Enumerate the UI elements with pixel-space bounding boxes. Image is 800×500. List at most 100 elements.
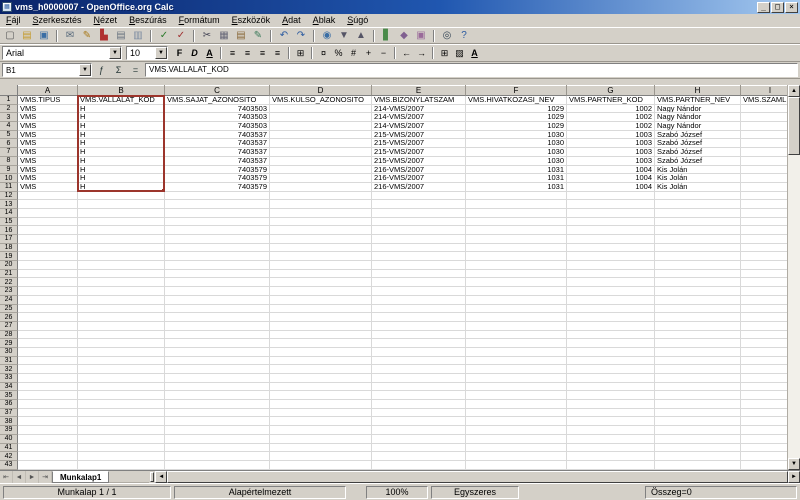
row-header-3[interactable]: 3	[0, 113, 18, 122]
cell-C1[interactable]: VMS.SAJAT_AZONOSITO	[165, 96, 270, 105]
cell-G38[interactable]	[567, 417, 655, 426]
cell-B43[interactable]	[78, 461, 165, 470]
cell-E30[interactable]	[372, 348, 466, 357]
cell-D21[interactable]	[270, 270, 372, 279]
cell-A31[interactable]	[18, 357, 78, 366]
cell-E38[interactable]	[372, 417, 466, 426]
gallery-icon[interactable]: ▣	[413, 28, 429, 43]
cell-B27[interactable]	[78, 322, 165, 331]
cell-C8[interactable]: 7403537	[165, 157, 270, 166]
cell-A30[interactable]	[18, 348, 78, 357]
cell-D39[interactable]	[270, 426, 372, 435]
cell-H1[interactable]: VMS.PARTNER_NEV	[655, 96, 741, 105]
cell-C6[interactable]: 7403537	[165, 139, 270, 148]
chevron-down-icon[interactable]: ▼	[79, 64, 91, 76]
cell-A10[interactable]: VMS	[18, 174, 78, 183]
cell-H4[interactable]: Nagy Nándor	[655, 122, 741, 131]
open-folder-icon[interactable]: ▤	[19, 28, 35, 43]
sort-descending-icon[interactable]: ▲	[353, 28, 369, 43]
cell-A9[interactable]: VMS	[18, 166, 78, 175]
cell-G6[interactable]: 1003	[567, 139, 655, 148]
cell-H13[interactable]	[655, 200, 741, 209]
cell-B13[interactable]	[78, 200, 165, 209]
cell-B15[interactable]	[78, 218, 165, 227]
insert-chart-icon[interactable]: ▋	[379, 28, 395, 43]
row-header-12[interactable]: 12	[0, 192, 18, 201]
cell-E5[interactable]: 215-VMS/2007	[372, 131, 466, 140]
cell-H18[interactable]	[655, 244, 741, 253]
cell-G42[interactable]	[567, 452, 655, 461]
cell-B14[interactable]	[78, 209, 165, 218]
cell-C32[interactable]	[165, 365, 270, 374]
row-header-36[interactable]: 36	[0, 400, 18, 409]
cell-H10[interactable]: Kis Jolán	[655, 174, 741, 183]
cell-E24[interactable]	[372, 296, 466, 305]
chevron-down-icon[interactable]: ▼	[109, 47, 121, 59]
cell-H29[interactable]	[655, 339, 741, 348]
cell-A11[interactable]: VMS	[18, 183, 78, 192]
cell-H19[interactable]	[655, 252, 741, 261]
copy-icon[interactable]: ▦	[216, 28, 232, 43]
cell-D23[interactable]	[270, 287, 372, 296]
row-header-11[interactable]: 11	[0, 183, 18, 192]
cell-C29[interactable]	[165, 339, 270, 348]
cell-A8[interactable]: VMS	[18, 157, 78, 166]
cell-G23[interactable]	[567, 287, 655, 296]
cell-E6[interactable]: 215-VMS/2007	[372, 139, 466, 148]
cell-H17[interactable]	[655, 235, 741, 244]
cell-F1[interactable]: VMS.HIVATKOZASI_NEV	[466, 96, 567, 105]
cell-A12[interactable]	[18, 192, 78, 201]
cell-G39[interactable]	[567, 426, 655, 435]
row-header-39[interactable]: 39	[0, 426, 18, 435]
cell-E43[interactable]	[372, 461, 466, 470]
cell-D15[interactable]	[270, 218, 372, 227]
cut-icon[interactable]: ✂	[199, 28, 215, 43]
cell-G1[interactable]: VMS.PARTNER_KOD	[567, 96, 655, 105]
cell-B16[interactable]	[78, 226, 165, 235]
cell-E25[interactable]	[372, 305, 466, 314]
cell-C41[interactable]	[165, 444, 270, 453]
cell-E15[interactable]	[372, 218, 466, 227]
cell-A6[interactable]: VMS	[18, 139, 78, 148]
row-header-32[interactable]: 32	[0, 365, 18, 374]
cell-E10[interactable]: 216-VMS/2007	[372, 174, 466, 183]
cell-F36[interactable]	[466, 400, 567, 409]
cell-B29[interactable]	[78, 339, 165, 348]
cell-E31[interactable]	[372, 357, 466, 366]
number-percent-button[interactable]: %	[331, 46, 346, 61]
cell-B23[interactable]	[78, 287, 165, 296]
cell-D32[interactable]	[270, 365, 372, 374]
chevron-down-icon[interactable]: ▼	[155, 47, 167, 59]
number-currency-button[interactable]: ¤	[316, 46, 331, 61]
cell-F20[interactable]	[466, 261, 567, 270]
row-header-35[interactable]: 35	[0, 391, 18, 400]
cell-D2[interactable]	[270, 105, 372, 114]
vertical-scrollbar[interactable]: ▲ ▼	[787, 85, 800, 470]
row-header-40[interactable]: 40	[0, 435, 18, 444]
cell-H43[interactable]	[655, 461, 741, 470]
cell-E20[interactable]	[372, 261, 466, 270]
cell-B4[interactable]: H	[78, 122, 165, 131]
cell-B37[interactable]	[78, 409, 165, 418]
cell-B2[interactable]: H	[78, 105, 165, 114]
cell-D27[interactable]	[270, 322, 372, 331]
cell-A43[interactable]	[18, 461, 78, 470]
cell-F35[interactable]	[466, 391, 567, 400]
cell-D4[interactable]	[270, 122, 372, 131]
cell-H36[interactable]	[655, 400, 741, 409]
cell-F43[interactable]	[466, 461, 567, 470]
cell-B11[interactable]: H	[78, 183, 165, 192]
cell-E1[interactable]: VMS.BIZONYLATSZAM	[372, 96, 466, 105]
align-right-button[interactable]: ≡	[255, 46, 270, 61]
sort-ascending-icon[interactable]: ▼	[336, 28, 352, 43]
cell-E33[interactable]	[372, 374, 466, 383]
row-header-28[interactable]: 28	[0, 331, 18, 340]
menu-item-4[interactable]: Formátum	[173, 14, 226, 27]
cell-B1[interactable]: VMS.VALLALAT_KOD	[78, 96, 165, 105]
cell-A24[interactable]	[18, 296, 78, 305]
cell-F12[interactable]	[466, 192, 567, 201]
row-header-1[interactable]: 1	[0, 96, 18, 105]
cell-G41[interactable]	[567, 444, 655, 453]
cell-C23[interactable]	[165, 287, 270, 296]
cell-G16[interactable]	[567, 226, 655, 235]
